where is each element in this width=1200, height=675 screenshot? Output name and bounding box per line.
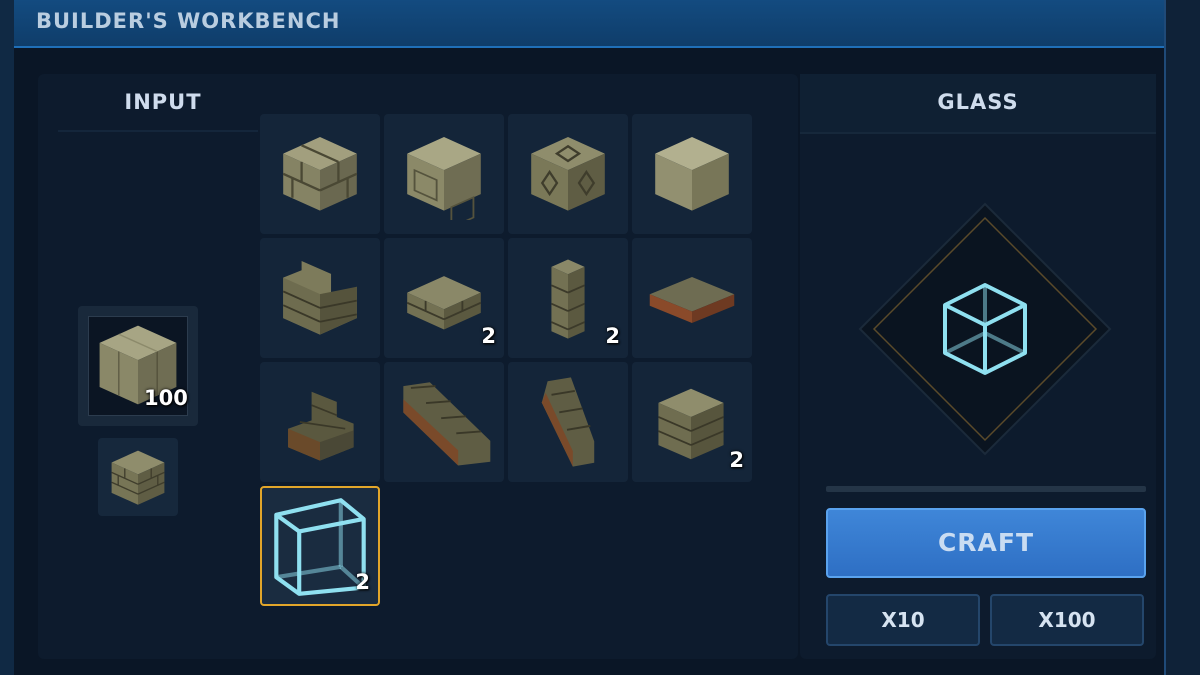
craft-button[interactable]: CRAFT	[826, 508, 1146, 578]
result-divider	[826, 486, 1146, 492]
recipe-count: 2	[355, 570, 370, 594]
title-bar: BUILDER'S WORKBENCH	[14, 0, 1164, 48]
small-stone-stairs-icon	[288, 391, 354, 461]
recipe-slot-4[interactable]	[632, 114, 752, 234]
recipe-count: 2	[729, 448, 744, 472]
stone-brick-pillar-icon	[551, 259, 585, 339]
stone-brick-corner-icon	[282, 261, 357, 335]
recipe-slot-13-selected[interactable]: 2	[260, 486, 380, 606]
recipe-count: 2	[481, 324, 496, 348]
stone-platform-icon	[649, 276, 735, 324]
recipe-slot-6[interactable]: 2	[384, 238, 504, 358]
result-header: GLASS	[800, 74, 1156, 134]
workbench-window: BUILDER'S WORKBENCH INPUT 100 2 2 2 2 GL…	[14, 0, 1166, 675]
input-label: INPUT	[124, 90, 202, 114]
long-stone-stairs-icon	[403, 382, 491, 466]
decorative-stone-block-icon	[531, 137, 605, 211]
input-count: 100	[144, 386, 188, 410]
recipe-slot-11[interactable]	[508, 362, 628, 482]
window-title: BUILDER'S WORKBENCH	[36, 9, 341, 33]
carved-stone-block-icon	[407, 137, 481, 220]
result-title: GLASS	[937, 90, 1019, 114]
craft-x10-button[interactable]: X10	[826, 594, 980, 646]
recipe-count: 2	[605, 324, 620, 348]
recipe-slot-5[interactable]	[260, 238, 380, 358]
recipe-slot-12[interactable]: 2	[632, 362, 752, 482]
recipe-slot-2[interactable]	[384, 114, 504, 234]
input-divider	[58, 130, 258, 132]
result-preview	[840, 184, 1130, 474]
stone-brick-block-icon	[282, 137, 358, 211]
input-slot-main[interactable]: 100	[78, 306, 198, 426]
background-edge-left	[0, 0, 14, 675]
recipe-slot-8[interactable]	[632, 238, 752, 358]
tall-stone-stairs-icon	[541, 377, 595, 467]
result-panel: GLASS CRAFT X10 X100	[800, 74, 1156, 659]
background-edge-right	[1166, 0, 1200, 675]
recipe-panel: INPUT 100 2 2 2 2	[38, 74, 798, 659]
recipe-slot-1[interactable]	[260, 114, 380, 234]
recipe-slot-10[interactable]	[384, 362, 504, 482]
stone-brick-slab-icon	[406, 276, 482, 330]
craft-x100-button[interactable]: X100	[990, 594, 1144, 646]
smooth-stone-block-icon	[655, 137, 729, 211]
recipe-slot-9[interactable]	[260, 362, 380, 482]
recipe-slot-7[interactable]: 2	[508, 238, 628, 358]
input-slot-secondary[interactable]	[98, 438, 178, 516]
recipe-slot-3[interactable]	[508, 114, 628, 234]
stone-brick-half-wall-icon	[658, 388, 724, 460]
stone-brick-block-icon	[111, 450, 165, 505]
glass-block-icon	[943, 283, 1027, 375]
